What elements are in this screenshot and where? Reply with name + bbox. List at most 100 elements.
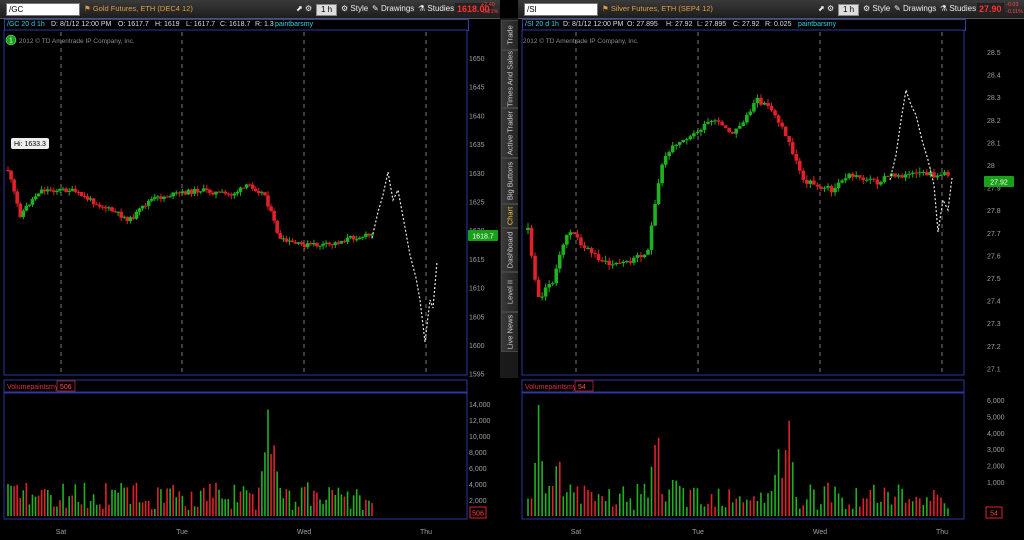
current-price-tag-text: 27.92 [990,180,1008,187]
candle-body [875,179,880,185]
time-axis-label: Tue [176,529,188,536]
volume-bar [848,504,850,516]
volume-bar [611,506,614,516]
candle-body [730,131,735,134]
volume-bar [573,492,575,516]
price-axis-label: 1600 [469,343,485,350]
volume-bar [548,485,550,516]
volume-bar [368,500,370,516]
volume-bar [647,497,649,516]
volume-bar [661,493,663,516]
volume-bar [80,504,83,516]
candle-body [614,262,619,265]
time-axis-label: Sat [56,529,67,536]
candle-body [327,242,331,245]
volume-bar [933,489,935,516]
candle-body [790,142,795,154]
candle-body [850,173,855,177]
candle-body [914,172,919,174]
candle-body [808,180,813,184]
candle-body [879,181,883,185]
candle-body [275,220,279,233]
volume-bar [791,462,794,516]
volume-bar [264,452,266,516]
candle-body [617,262,622,264]
candle-body [198,191,203,193]
tab-label: Dashboard [505,231,515,269]
candle-body [893,173,897,177]
tab-big-buttons[interactable]: Big Buttons [501,158,519,204]
volume-value: 54 [578,384,586,391]
volume-bar [926,497,928,516]
candle-body [345,237,350,242]
volume-bar [943,503,946,516]
volume-bar [590,491,593,516]
candle-body [33,196,38,200]
tab-dashboard[interactable]: Dashboard [501,228,519,272]
candle-body [713,120,717,122]
price-axis-label: 28 [987,163,995,170]
volume-bar [837,493,840,516]
tab-active-trader[interactable]: Active Trader [501,108,519,158]
volume-bar [300,487,303,516]
candle-body [656,183,661,205]
candle-body [97,204,102,207]
candle-body [688,136,693,140]
volume-bar [37,495,40,516]
volume-bar [163,502,165,516]
candle-body [932,172,936,178]
volume-value: 506 [60,384,72,391]
volume-bar [767,493,769,516]
tab-level-ii[interactable]: Level II [501,272,519,312]
volume-bar [756,500,759,516]
volume-bar [763,502,766,516]
tab-chart[interactable]: Chart [501,204,519,228]
price-axis-label: 1645 [469,85,485,92]
candle-body [783,126,788,137]
volume-bar [218,489,220,516]
candle-body [272,210,276,221]
volume-bar [365,499,367,516]
volume-bar [242,486,245,516]
candle-body [533,255,537,280]
volume-bar [10,485,12,516]
volume-bar [297,506,300,516]
tab-trade[interactable]: Trade [501,20,519,50]
candle-body [55,190,59,192]
tab-label: Times And Sales [505,51,515,107]
volume-bar [714,506,716,516]
volume-bar [816,509,819,516]
volume-bar [626,501,628,516]
volume-bar [77,501,80,516]
price-axis-label: 27.6 [987,253,1001,260]
volume-bar [700,504,702,516]
tab-label: Trade [505,25,515,45]
gold-price-chart[interactable]: 1 2012 © TD Ameritrade IP Company, Inc. 16… [0,0,500,540]
volume-bar [671,479,674,516]
volume-bar [738,496,741,516]
candle-body [727,128,731,132]
volume-axis-label: 6,000 [987,398,1005,405]
candle-body [762,102,767,105]
candle-body [653,204,657,226]
price-axis-label: 28.1 [987,140,1001,147]
volume-bar [717,488,720,516]
price-axis-label: 1640 [469,113,485,120]
volume-bar [894,496,896,516]
volume-bar [915,496,918,516]
time-axis-label: Tue [692,529,704,536]
volume-bar [707,503,709,516]
candle-body [315,243,319,247]
volume-bar [273,445,275,516]
candle-body [607,260,611,266]
candle-body [787,136,791,143]
candle-body [946,172,950,176]
tab-live-news[interactable]: Live News [501,312,519,352]
candle-body [263,192,267,196]
silver-price-chart[interactable]: 2012 © TD Ameritrade IP Company, Inc. 28.… [518,0,1024,540]
volume-bar [89,501,92,516]
side-tab-bar: Trade Times And Sales Active Trader Big But… [500,18,519,378]
volume-bar [175,497,178,516]
candle-body [91,198,96,205]
tab-times-and-sales[interactable]: Times And Sales [501,50,519,108]
